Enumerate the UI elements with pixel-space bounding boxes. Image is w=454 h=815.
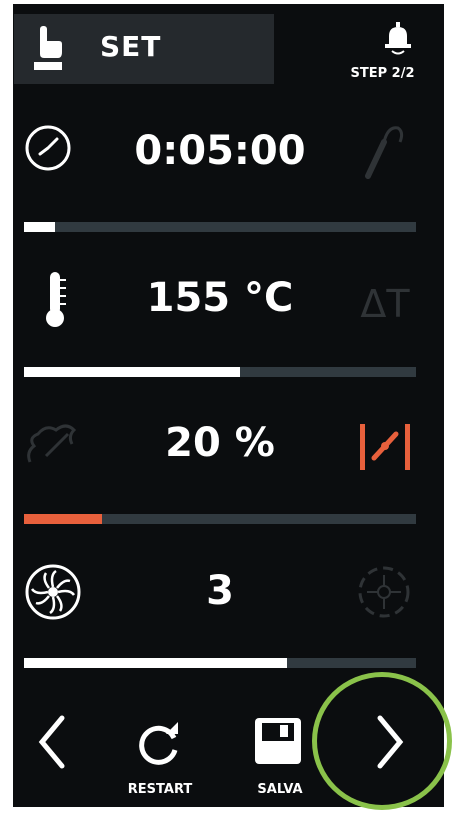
time-value[interactable]: 0:05:00	[90, 128, 350, 174]
highlight-circle	[312, 672, 452, 810]
fan-speed-progress-bar[interactable]	[24, 658, 416, 668]
hand-pointer-icon	[34, 26, 62, 70]
time-progress-bar[interactable]	[24, 222, 416, 232]
temperature-progress-bar[interactable]	[24, 367, 416, 377]
save-label[interactable]: SALVA	[242, 782, 318, 797]
back-chevron-icon[interactable]	[32, 712, 72, 772]
fan-icon[interactable]	[24, 563, 82, 621]
temperature-progress-fill	[24, 367, 240, 377]
thermometer-icon[interactable]	[40, 270, 70, 328]
step-indicator: STEP 2/2	[350, 66, 415, 81]
steam-icon[interactable]	[24, 416, 78, 468]
fan-speed-progress-fill	[24, 658, 287, 668]
page-title: SET	[100, 30, 162, 63]
time-progress-fill	[24, 222, 56, 232]
clock-icon[interactable]	[24, 124, 72, 172]
bell-icon[interactable]	[383, 22, 413, 56]
vent-valve-icon[interactable]	[356, 420, 414, 474]
fan-speed-value[interactable]: 3	[90, 568, 350, 614]
save-floppy-icon[interactable]	[252, 715, 304, 767]
delta-t-icon[interactable]: ΔT	[355, 282, 415, 326]
restart-icon[interactable]	[134, 718, 184, 768]
fan-reverse-icon[interactable]	[356, 563, 412, 621]
humidity-value[interactable]: 20 %	[90, 420, 350, 466]
temperature-value[interactable]: 155 °C	[90, 275, 350, 321]
probe-icon[interactable]	[362, 118, 406, 180]
restart-label[interactable]: RESTART	[112, 782, 208, 797]
humidity-progress-fill	[24, 514, 103, 524]
humidity-progress-bar[interactable]	[24, 514, 416, 524]
